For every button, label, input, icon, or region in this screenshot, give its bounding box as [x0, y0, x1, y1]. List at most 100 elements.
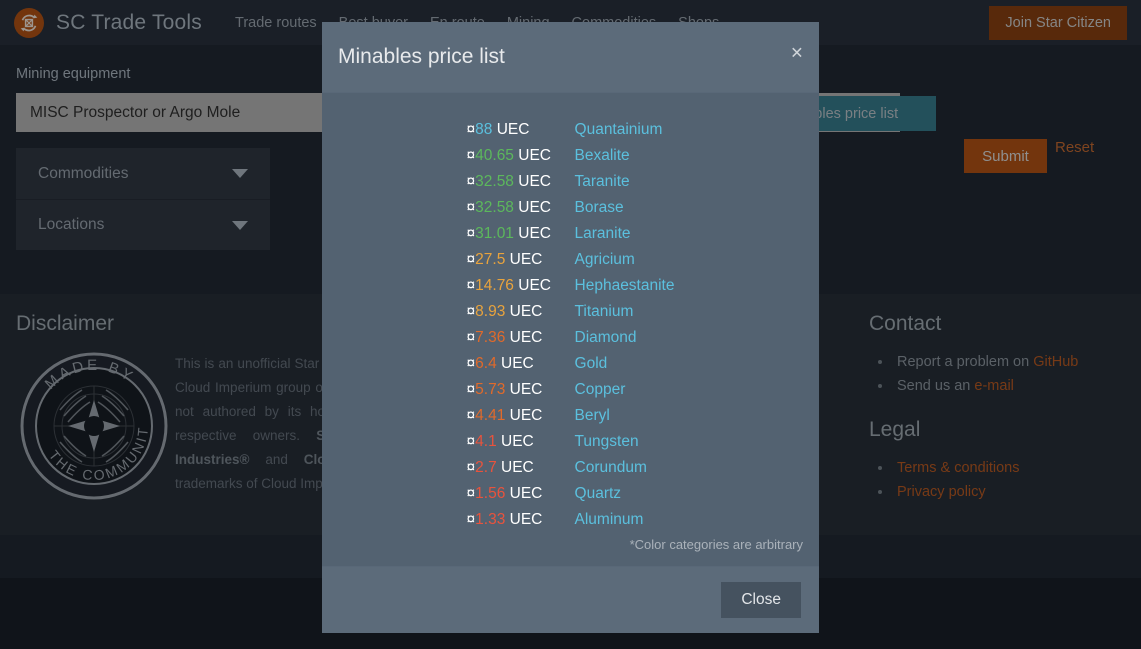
close-icon[interactable]: ×	[791, 42, 803, 63]
brand[interactable]: SC Trade Tools	[14, 7, 202, 38]
table-row: ¤27.5 UEC Agricium	[467, 247, 675, 273]
price-value: 40.65	[475, 147, 514, 164]
mineral-name-cell: Hephaestanite	[575, 273, 675, 299]
mineral-name: Tungsten	[574, 433, 639, 450]
price-value: 27.5	[475, 251, 506, 268]
privacy-policy-link[interactable]: Privacy policy	[897, 484, 986, 500]
price-cell: ¤31.01 UEC	[467, 221, 575, 247]
price-unit: UEC	[505, 381, 543, 398]
mineral-name-cell: Bexalite	[575, 143, 675, 169]
github-link[interactable]: GitHub	[1033, 354, 1078, 370]
price-cell: ¤4.1 UEC	[467, 429, 575, 455]
price-value: 32.58	[475, 199, 514, 216]
mineral-name-cell: Copper	[575, 377, 675, 403]
join-star-citizen-button[interactable]: Join Star Citizen	[989, 6, 1127, 40]
submit-button[interactable]: Submit	[964, 139, 1047, 173]
table-row: ¤4.41 UEC Beryl	[467, 403, 675, 429]
price-value: 8.93	[475, 303, 506, 320]
modal-footer: Close	[322, 566, 819, 633]
contact-list: Report a problem on GitHub Send us an e-…	[893, 350, 1129, 398]
accordion-item-commodities[interactable]: Commodities	[16, 148, 270, 199]
mineral-name: Titanium	[574, 303, 634, 320]
price-unit: UEC	[513, 277, 551, 294]
price-value: 1.33	[475, 511, 506, 528]
table-row: ¤1.33 UEC Aluminum	[467, 507, 675, 533]
price-unit: UEC	[505, 485, 543, 502]
filters-accordion: Commodities Locations	[16, 148, 270, 250]
price-cell: ¤7.36 UEC	[467, 325, 575, 351]
legal-title: Legal	[869, 418, 921, 441]
price-value: 31.01	[475, 225, 514, 242]
price-unit: UEC	[492, 121, 530, 138]
table-row: ¤14.76 UEC Hephaestanite	[467, 273, 675, 299]
price-unit: UEC	[496, 355, 534, 372]
price-value: 4.1	[475, 433, 497, 450]
mineral-name: Borase	[574, 199, 624, 216]
price-cell: ¤5.73 UEC	[467, 377, 575, 403]
currency-symbol: ¤	[466, 277, 476, 294]
price-cell: ¤1.56 UEC	[467, 481, 575, 507]
price-cell: ¤27.5 UEC	[467, 247, 575, 273]
mineral-name: Quartz	[574, 485, 622, 502]
table-row: ¤32.58 UEC Borase	[467, 195, 675, 221]
currency-symbol: ¤	[466, 303, 476, 320]
brand-name: SC Trade Tools	[56, 10, 202, 34]
mineral-name: Agricium	[574, 251, 635, 268]
price-unit: UEC	[496, 433, 534, 450]
mineral-name-cell: Quartz	[575, 481, 675, 507]
made-by-community-badge: MADE BY THE COMMUNITY	[12, 337, 170, 507]
price-unit: UEC	[513, 173, 551, 190]
price-value: 2.7	[475, 459, 497, 476]
terms-conditions-link[interactable]: Terms & conditions	[897, 460, 1020, 476]
table-row: ¤32.58 UEC Taranite	[467, 169, 675, 195]
mineral-name-cell: Aluminum	[575, 507, 675, 533]
mineral-name-cell: Laranite	[575, 221, 675, 247]
mineral-name-cell: Corundum	[575, 455, 675, 481]
mining-equipment-label: Mining equipment	[16, 66, 131, 82]
modal-title: Minables price list	[338, 45, 505, 68]
table-row: ¤40.65 UEC Bexalite	[467, 143, 675, 169]
mineral-name: Taranite	[574, 173, 630, 190]
chevron-down-icon	[232, 169, 248, 178]
mineral-name-cell: Quantainium	[575, 117, 675, 143]
minables-price-table: ¤88 UEC Quantainium ¤40.65 UEC Bexalite ¤32.…	[467, 117, 675, 533]
color-note: *Color categories are arbitrary	[629, 537, 803, 552]
currency-symbol: ¤	[466, 511, 476, 528]
accordion-label-locations: Locations	[38, 216, 105, 233]
price-cell: ¤40.65 UEC	[467, 143, 575, 169]
price-unit: UEC	[513, 199, 551, 216]
table-row: ¤6.4 UEC Gold	[467, 351, 675, 377]
minables-price-list-modal: Minables price list × ¤88 UEC Quantainium…	[322, 22, 819, 633]
modal-header: Minables price list ×	[322, 22, 819, 93]
currency-symbol: ¤	[466, 173, 476, 190]
price-unit: UEC	[505, 407, 543, 424]
nav-item-trade-routes[interactable]: Trade routes	[224, 15, 328, 31]
price-cell: ¤2.7 UEC	[467, 455, 575, 481]
table-row: ¤7.36 UEC Diamond	[467, 325, 675, 351]
price-table-body: ¤88 UEC Quantainium ¤40.65 UEC Bexalite ¤32.…	[467, 117, 675, 533]
accordion-item-locations[interactable]: Locations	[16, 199, 270, 250]
price-cell: ¤88 UEC	[467, 117, 575, 143]
reset-button[interactable]: Reset	[1055, 139, 1094, 156]
price-cell: ¤6.4 UEC	[467, 351, 575, 377]
price-value: 6.4	[475, 355, 497, 372]
mineral-name: Beryl	[574, 407, 610, 424]
currency-symbol: ¤	[466, 329, 476, 346]
mineral-name: Bexalite	[574, 147, 630, 164]
mineral-name: Quantainium	[574, 121, 663, 138]
mineral-name-cell: Beryl	[575, 403, 675, 429]
currency-symbol: ¤	[466, 485, 476, 502]
email-link[interactable]: e-mail	[974, 378, 1013, 394]
close-button[interactable]: Close	[721, 582, 801, 618]
price-value: 14.76	[475, 277, 514, 294]
price-value: 88	[475, 121, 493, 138]
table-row: ¤4.1 UEC Tungsten	[467, 429, 675, 455]
list-item: Send us an e-mail	[893, 374, 1129, 398]
price-cell: ¤1.33 UEC	[467, 507, 575, 533]
price-cell: ¤8.93 UEC	[467, 299, 575, 325]
currency-symbol: ¤	[466, 407, 476, 424]
mineral-name-cell: Agricium	[575, 247, 675, 273]
accordion-label-commodities: Commodities	[38, 164, 129, 182]
price-value: 5.73	[475, 381, 506, 398]
price-cell: ¤4.41 UEC	[467, 403, 575, 429]
